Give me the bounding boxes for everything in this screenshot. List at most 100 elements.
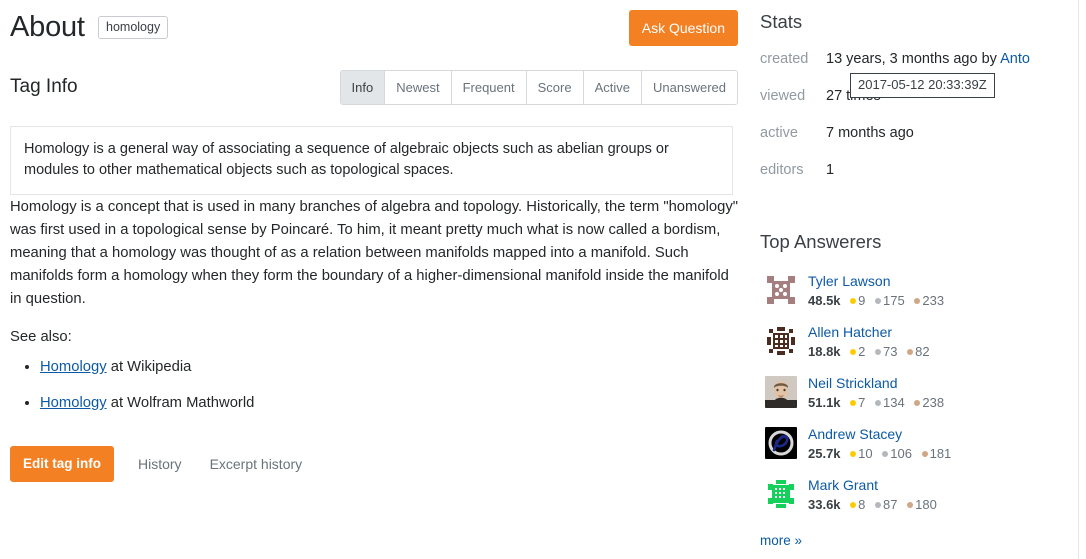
silver-badge: 87 — [875, 497, 898, 512]
see-also-link-mathworld[interactable]: Homology — [40, 395, 107, 411]
answerer-reputation-line: 25.7k 10 106 181 — [808, 445, 951, 463]
sidebar: Stats created 13 years, 3 months ago by … — [760, 0, 1078, 559]
see-also-suffix-wikipedia: at Wikipedia — [106, 359, 192, 375]
tab-unanswered[interactable]: Unanswered — [642, 71, 737, 104]
page-header: About homology Ask Question — [10, 8, 738, 50]
stats-value-active: 7 months ago — [826, 125, 914, 141]
see-also-link-wikipedia[interactable]: Homology — [40, 359, 107, 375]
silver-count: 175 — [883, 293, 905, 308]
bronze-count: 82 — [915, 344, 930, 359]
tag-excerpt-box: Homology is a general way of associating… — [10, 126, 733, 195]
stats-label-active: active — [760, 125, 798, 141]
gold-badge: 8 — [850, 497, 865, 512]
avatar[interactable] — [765, 274, 797, 306]
avatar[interactable] — [765, 376, 797, 408]
top-answerers-list: Tyler Lawson 48.5k 9 175 233 Allen Hatch… — [760, 272, 1060, 529]
stats-created-text: 13 years, 3 months ago by — [826, 51, 1001, 67]
gold-count: 2 — [858, 344, 866, 359]
reputation-value: 18.8k — [808, 344, 841, 359]
silver-count: 106 — [890, 446, 912, 461]
list-item: Tyler Lawson 48.5k 9 175 233 — [760, 272, 1060, 325]
silver-count: 73 — [883, 344, 898, 359]
bronze-count: 180 — [915, 497, 937, 512]
bronze-dot-icon — [921, 450, 928, 457]
tag-wiki-body: Homology is a concept that is used in ma… — [10, 199, 738, 307]
table-row: active 7 months ago — [760, 124, 1060, 161]
stats-created-author-link[interactable]: Anto — [1000, 51, 1030, 67]
table-row: editors 1 — [760, 161, 1060, 198]
silver-count: 87 — [883, 497, 898, 512]
silver-badge: 73 — [875, 344, 898, 359]
more-answerers-link[interactable]: more » — [760, 533, 802, 548]
bronze-dot-icon — [914, 399, 921, 406]
gold-badge: 10 — [850, 446, 873, 461]
tag-info-row: Tag Info Info Newest Frequent Score Acti… — [10, 70, 738, 112]
answerer-info: Tyler Lawson 48.5k 9 175 233 — [808, 272, 944, 310]
ask-question-button[interactable]: Ask Question — [628, 10, 738, 46]
bronze-count: 233 — [922, 293, 945, 308]
tab-newest[interactable]: Newest — [385, 71, 452, 104]
answerer-name-link[interactable]: Tyler Lawson — [808, 272, 944, 291]
avatar[interactable] — [765, 427, 797, 459]
answerer-name-link[interactable]: Neil Strickland — [808, 374, 944, 393]
answerer-name-link[interactable]: Andrew Stacey — [808, 425, 951, 444]
stats-heading: Stats — [760, 11, 803, 32]
silver-badge: 106 — [882, 446, 912, 461]
stats-label-created: created — [760, 51, 809, 67]
tab-frequent[interactable]: Frequent — [451, 71, 527, 104]
list-item: Allen Hatcher 18.8k 2 73 82 — [760, 323, 1060, 376]
gold-dot-icon — [850, 348, 857, 355]
gold-dot-icon — [850, 297, 857, 304]
silver-count: 134 — [883, 395, 905, 410]
created-date-tooltip: 2017-05-12 20:33:39Z — [850, 73, 995, 98]
list-item: Homology at Wikipedia — [40, 356, 254, 378]
tab-active[interactable]: Active — [583, 71, 642, 104]
gold-count: 10 — [858, 446, 873, 461]
history-link[interactable]: History — [138, 456, 182, 472]
bronze-dot-icon — [907, 348, 914, 355]
tag-tabs[interactable]: Info Newest Frequent Score Active Unansw… — [339, 70, 738, 105]
stats-label-viewed: viewed — [760, 88, 806, 104]
reputation-value: 48.5k — [808, 293, 841, 308]
bronze-count: 238 — [922, 395, 945, 410]
bronze-badge: 180 — [907, 497, 937, 512]
answerer-info: Neil Strickland 51.1k 7 134 238 — [808, 374, 944, 412]
see-also-suffix-mathworld: at Wolfram Mathworld — [106, 395, 255, 411]
tab-info[interactable]: Info — [340, 71, 386, 104]
bronze-count: 181 — [929, 446, 952, 461]
gold-count: 7 — [858, 395, 866, 410]
page-right-edge — [1078, 0, 1079, 559]
silver-badge: 134 — [875, 395, 905, 410]
bronze-badge: 82 — [907, 344, 930, 359]
avatar[interactable] — [765, 478, 797, 510]
silver-dot-icon — [875, 501, 882, 508]
gold-count: 9 — [858, 293, 866, 308]
edit-tag-info-button[interactable]: Edit tag info — [10, 446, 114, 482]
see-also-heading: See also: — [10, 329, 72, 345]
bronze-dot-icon — [914, 297, 921, 304]
avatar[interactable] — [765, 325, 797, 357]
bronze-badge: 238 — [914, 395, 944, 410]
answerer-info: Mark Grant 33.6k 8 87 180 — [808, 476, 937, 514]
answerer-reputation-line: 51.1k 7 134 238 — [808, 394, 944, 412]
see-also-list: Homology at Wikipedia Homology at Wolfra… — [10, 356, 254, 428]
silver-dot-icon — [875, 297, 882, 304]
gold-badge: 2 — [850, 344, 865, 359]
tag-pill-homology[interactable]: homology — [98, 16, 169, 39]
answerer-name-link[interactable]: Allen Hatcher — [808, 323, 930, 342]
answerer-reputation-line: 18.8k 2 73 82 — [808, 343, 930, 361]
silver-dot-icon — [875, 399, 882, 406]
tag-info-heading: Tag Info — [10, 76, 78, 97]
list-item: Homology at Wolfram Mathworld — [40, 392, 254, 414]
excerpt-history-link[interactable]: Excerpt history — [210, 456, 303, 472]
answerer-name-link[interactable]: Mark Grant — [808, 476, 937, 495]
silver-dot-icon — [882, 450, 889, 457]
gold-badge: 9 — [850, 293, 865, 308]
main-content: About homology Ask Question Tag Info Inf… — [10, 0, 738, 559]
page-root: About homology Ask Question Tag Info Inf… — [0, 0, 1086, 559]
gold-dot-icon — [850, 501, 857, 508]
bronze-badge: 181 — [921, 446, 952, 461]
silver-dot-icon — [875, 348, 882, 355]
answerer-info: Andrew Stacey 25.7k 10 106 181 — [808, 425, 951, 463]
tab-score[interactable]: Score — [526, 71, 584, 104]
